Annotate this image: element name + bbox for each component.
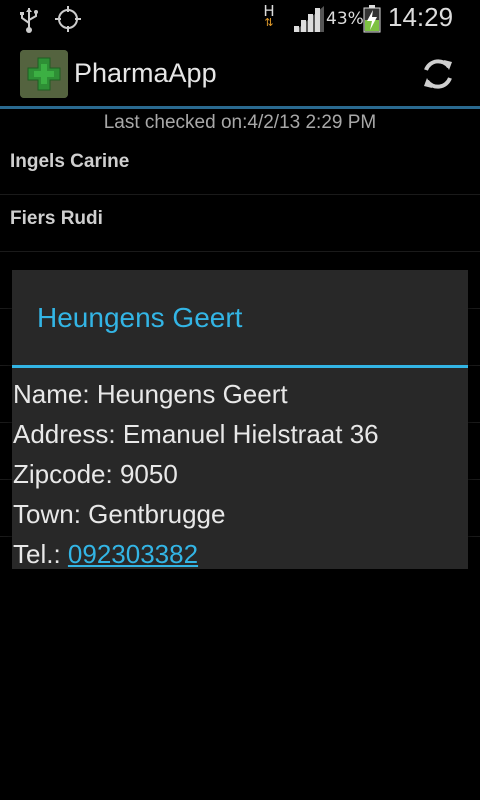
gps-icon (54, 5, 82, 37)
tel-label: Tel.: (13, 539, 68, 569)
list-item[interactable]: Fiers Rudi (0, 195, 480, 252)
clock: 14:29 (388, 2, 454, 32)
name-row: Name: Heungens Geert (13, 374, 463, 414)
pharmacy-detail-dialog: Heungens Geert Name: Heungens Geert Addr… (12, 270, 468, 569)
battery-percent: 43% (326, 9, 364, 29)
tel-row: Tel.: 092303382 (13, 534, 463, 574)
name-label: Name: (13, 379, 97, 409)
zipcode-row: Zipcode: 9050 (13, 454, 463, 494)
battery-charging-icon (363, 5, 381, 37)
town-label: Town: (13, 499, 89, 529)
signal-icon (292, 6, 324, 36)
list-item[interactable]: Ingels Carine (0, 138, 480, 195)
dialog-title: Heungens Geert (37, 302, 243, 333)
app-icon[interactable] (20, 50, 68, 98)
action-bar-divider (0, 106, 480, 109)
status-bar: H ⇅ 43% 14:29 (0, 0, 480, 38)
town-row: Town: Gentbrugge (13, 494, 463, 534)
name-value: Heungens Geert (96, 379, 288, 409)
dialog-body: Name: Heungens Geert Address: Emanuel Hi… (13, 374, 463, 574)
town-value: Gentbrugge (88, 499, 226, 529)
usb-icon (18, 6, 40, 38)
last-checked-text: Last checked on:4/2/13 2:29 PM (103, 112, 377, 133)
list-item-label: Ingels Carine (10, 151, 130, 172)
app-title: PharmaApp (74, 58, 217, 88)
address-value: Emanuel Hielstraat 36 (122, 419, 379, 449)
action-bar: PharmaApp (0, 38, 480, 108)
network-activity-icon: H ⇅ (262, 4, 276, 29)
dialog-title-divider (12, 365, 468, 368)
list-item-label: Fiers Rudi (10, 208, 103, 229)
address-row: Address: Emanuel Hielstraat 36 (13, 414, 463, 454)
zipcode-label: Zipcode: (13, 459, 120, 489)
address-label: Address: (13, 419, 123, 449)
phone-link[interactable]: 092303382 (68, 539, 198, 569)
zipcode-value: 9050 (119, 459, 178, 489)
refresh-icon[interactable] (418, 54, 458, 98)
